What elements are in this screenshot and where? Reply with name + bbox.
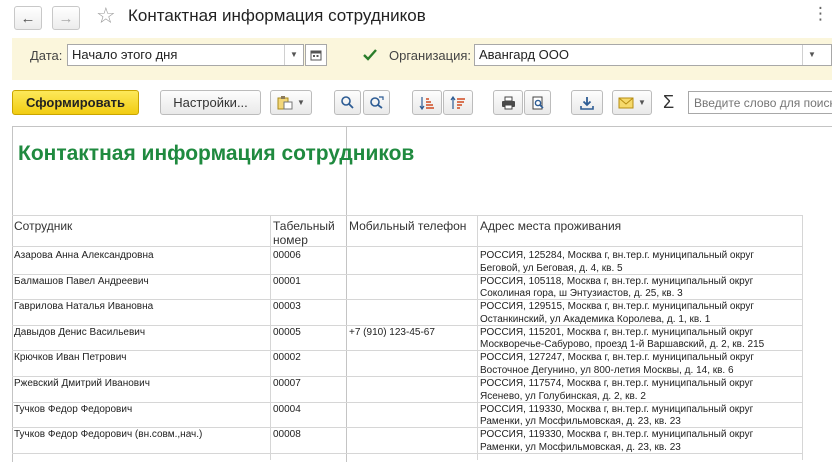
- header-line: Табельный: [273, 219, 335, 233]
- print-preview-button[interactable]: [524, 90, 551, 115]
- chevron-down-icon: ▼: [297, 98, 305, 107]
- send-email-button[interactable]: ▼: [612, 90, 652, 115]
- arrow-left-icon: ←: [20, 9, 36, 27]
- row-separator: [12, 350, 802, 352]
- cell-tab-number: 00008: [273, 429, 301, 441]
- row-separator: [12, 401, 802, 403]
- search-next-icon: [369, 96, 384, 109]
- more-menu-icon[interactable]: ⋮: [812, 4, 829, 24]
- cell-address-line1: РОССИЯ, 127247, Москва г, вн.тер.г. муни…: [480, 352, 754, 364]
- cell-tab-number: 00006: [273, 250, 301, 261]
- cell-employee: Тучков Федор Федорович (вн.совм.,нач.): [14, 429, 203, 441]
- chevron-down-icon: ▼: [638, 98, 646, 107]
- print-preview-icon: [532, 96, 544, 109]
- save-button[interactable]: [571, 90, 603, 115]
- date-label: Дата:: [30, 48, 63, 63]
- cell-employee: Крючков Иван Петрович: [14, 352, 127, 364]
- sum-icon[interactable]: Σ: [663, 92, 674, 113]
- report-title: Контактная информация сотрудников: [18, 142, 415, 165]
- forward-button[interactable]: →: [52, 6, 80, 30]
- back-button[interactable]: ←: [14, 6, 42, 30]
- cell-employee: Балмашов Павел Андреевич: [14, 275, 149, 287]
- find-button[interactable]: [334, 90, 361, 115]
- organization-label: Организация:: [389, 48, 472, 63]
- row-separator: [12, 324, 802, 326]
- cell-address-line1: РОССИЯ, 105118, Москва г, вн.тер.г. муни…: [480, 275, 754, 287]
- date-field[interactable]: Начало этого дня ▼: [67, 44, 304, 66]
- date-value: Начало этого дня: [72, 47, 178, 62]
- cell-address-line1: РОССИЯ, 117574, Москва г, вн.тер.г. муни…: [480, 378, 754, 389]
- printer-icon: [501, 96, 515, 109]
- download-icon: [580, 96, 594, 110]
- sort-descending-button[interactable]: [443, 90, 473, 115]
- row-separator: [12, 299, 802, 301]
- settings-button[interactable]: Настройки...: [160, 90, 261, 115]
- header-line: номер: [273, 233, 308, 247]
- cell-employee: Тучков Федор Федорович: [14, 403, 133, 415]
- grid-col-line: [802, 215, 803, 460]
- checkmark-icon: [363, 49, 377, 61]
- cell-tab-number: 00002: [273, 352, 301, 364]
- column-header-employee[interactable]: Сотрудник: [14, 219, 72, 233]
- organization-value: Авангард ООО: [479, 47, 569, 62]
- cell-phone: +7 (910) 123-45-67: [349, 326, 435, 338]
- cell-employee: Гаврилова Наталья Ивановна: [14, 301, 154, 313]
- row-separator: [12, 273, 802, 275]
- chevron-down-icon[interactable]: ▼: [802, 45, 821, 65]
- grid-col-line: [270, 215, 271, 460]
- calendar-button[interactable]: [305, 44, 327, 66]
- sort-ascending-icon: [419, 96, 434, 110]
- find-next-button[interactable]: [363, 90, 390, 115]
- column-header-phone[interactable]: Мобильный телефон: [349, 219, 466, 233]
- generate-button[interactable]: Сформировать: [12, 90, 139, 115]
- row-separator: [12, 376, 802, 377]
- grid-col-line: [477, 215, 478, 460]
- chevron-down-icon[interactable]: ▼: [284, 45, 303, 65]
- envelope-icon: [618, 97, 634, 108]
- organization-checkbox[interactable]: [362, 47, 377, 61]
- row-separator: [12, 427, 802, 429]
- page-title: Контактная информация сотрудников: [128, 6, 426, 25]
- column-header-tab-number[interactable]: Табельный номер: [273, 219, 335, 247]
- cell-address-line1: РОССИЯ, 115201, Москва г, вн.тер.г. муни…: [480, 326, 754, 338]
- cell-tab-number: 00004: [273, 403, 301, 415]
- row-separator: [12, 452, 802, 454]
- column-divider: [346, 126, 347, 462]
- search-icon: [341, 96, 354, 109]
- cell-address-line1: РОССИЯ, 119330, Москва г, вн.тер.г. муни…: [480, 429, 754, 441]
- print-button[interactable]: [493, 90, 523, 115]
- report-variants-icon: [277, 95, 293, 109]
- organization-field[interactable]: Авангард ООО ▼: [474, 44, 832, 66]
- sort-ascending-button[interactable]: [412, 90, 442, 115]
- favorite-star-icon[interactable]: ☆: [96, 3, 116, 29]
- sort-descending-icon: [450, 95, 465, 109]
- variants-button[interactable]: ▼: [270, 90, 312, 115]
- cell-address-line1: РОССИЯ, 125284, Москва г, вн.тер.г. муни…: [480, 250, 754, 261]
- table-top-border: [12, 215, 802, 216]
- cell-address-line1: РОССИЯ, 119330, Москва г, вн.тер.г. муни…: [480, 403, 754, 415]
- cell-employee: Ржевский Дмитрий Иванович: [14, 378, 150, 389]
- cell-address-line1: РОССИЯ, 129515, Москва г, вн.тер.г. муни…: [480, 301, 754, 313]
- column-header-address[interactable]: Адрес места проживания: [480, 219, 621, 233]
- calendar-icon: [310, 50, 322, 61]
- cell-tab-number: 00007: [273, 378, 301, 389]
- cell-employee: Азарова Анна Александровна: [14, 250, 154, 261]
- cell-tab-number: 00001: [273, 275, 301, 287]
- cell-employee: Давыдов Денис Васильевич: [14, 326, 146, 338]
- cell-tab-number: 00003: [273, 301, 301, 313]
- search-input[interactable]: [688, 91, 832, 114]
- arrow-right-icon: →: [58, 9, 74, 27]
- table-header-border: [12, 246, 802, 247]
- cell-tab-number: 00005: [273, 326, 301, 338]
